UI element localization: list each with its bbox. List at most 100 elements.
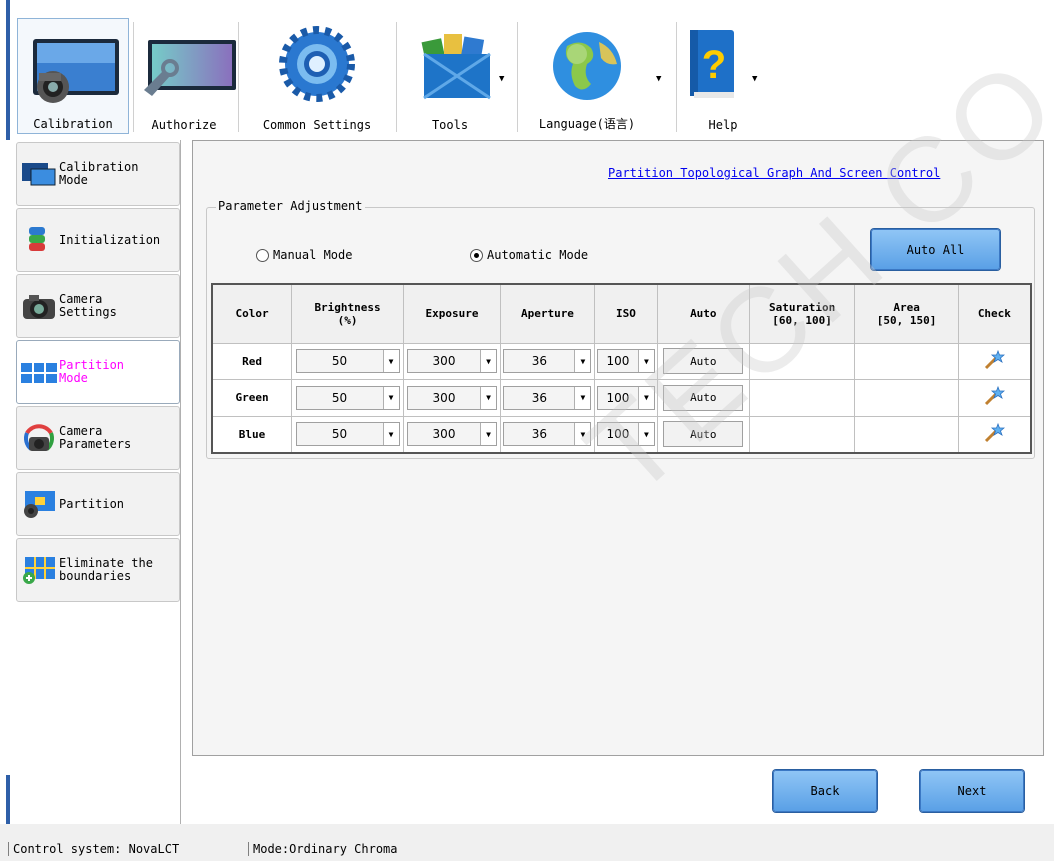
manual-mode-label: Manual Mode — [273, 248, 353, 262]
exposure-select-value: 300 — [432, 354, 456, 369]
dropdown-arrow-icon[interactable]: ▼ — [480, 386, 496, 409]
check-wand-icon[interactable] — [983, 349, 1006, 374]
aperture-select-value: 36 — [531, 427, 548, 442]
cell-brightness: 50 ▼ — [291, 379, 405, 417]
aperture-select[interactable]: 36 ▼ — [503, 349, 592, 374]
cell-brightness: 50 ▼ — [291, 342, 405, 381]
row-auto-button[interactable]: Auto — [663, 348, 744, 375]
nav-camera-parameters-label: Camera Parameters — [59, 424, 132, 451]
dropdown-arrow-icon[interactable]: ▼ — [382, 350, 399, 373]
cell-exposure: 300 ▼ — [403, 415, 501, 454]
automatic-mode-radio[interactable]: Automatic Mode — [470, 248, 588, 262]
nav-partition-mode[interactable]: Partition Mode — [16, 340, 180, 404]
col-iso: ISO — [593, 283, 658, 344]
toolbar-help[interactable]: ? Help ▼ — [682, 18, 786, 134]
dropdown-arrow-icon[interactable]: ▼ — [382, 386, 399, 409]
grid-icon — [21, 357, 57, 387]
dropdown-arrow-icon[interactable]: ▼ — [637, 386, 654, 409]
aperture-select[interactable]: 36 ▼ — [503, 385, 592, 410]
iso-select-value: 100 — [606, 354, 630, 369]
auto-all-button[interactable]: Auto All — [871, 229, 1000, 270]
toolbar-calibration[interactable]: Calibration — [17, 18, 129, 134]
nav-camera-parameters[interactable]: Camera Parameters — [16, 406, 180, 470]
back-button[interactable]: Back — [773, 770, 877, 812]
brightness-select[interactable]: 50 ▼ — [295, 422, 400, 447]
cell-area — [854, 342, 959, 381]
toolbar-tools[interactable]: Tools ▼ — [402, 18, 510, 134]
dropdown-arrow-icon[interactable]: ▼ — [382, 423, 399, 446]
nav-partition[interactable]: Partition — [16, 472, 180, 536]
cell-color: Red — [211, 342, 293, 381]
dropdown-arrow-icon[interactable]: ▼ — [574, 423, 591, 446]
nav-partition-label: Partition — [59, 496, 125, 511]
toolbar-language[interactable]: Language(语言) ▼ — [523, 18, 671, 134]
brightness-select-value: 50 — [331, 427, 348, 442]
dropdown-arrow-icon[interactable]: ▼ — [637, 423, 654, 446]
cell-auto: Auto — [656, 379, 750, 417]
row-auto-button[interactable]: Auto — [663, 384, 744, 411]
database-icon — [21, 225, 57, 255]
iso-select[interactable]: 100 ▼ — [596, 385, 655, 410]
col-brightness: Brightness (%) — [291, 283, 405, 344]
topology-link[interactable]: Partition Topological Graph And Screen C… — [608, 166, 940, 180]
toolbar-help-label: Help — [708, 118, 738, 132]
cell-color: Blue — [211, 415, 293, 454]
nav-calibration-mode[interactable]: Calibration Mode — [16, 142, 180, 206]
aperture-select-value: 36 — [531, 354, 548, 369]
exposure-select-value: 300 — [432, 390, 456, 405]
col-aperture: Aperture — [499, 283, 595, 344]
col-auto: Auto — [656, 283, 750, 344]
svg-text:?: ? — [702, 43, 726, 87]
nav-camera-settings[interactable]: Camera Settings — [16, 274, 180, 338]
iso-select[interactable]: 100 ▼ — [596, 422, 655, 447]
back-label: Back — [810, 784, 840, 798]
main-toolbar: Calibration Authorize Common Settings To… — [0, 0, 1054, 140]
cell-color: Green — [211, 379, 293, 417]
parameter-table: Color Brightness (%) Exposure Aperture I… — [211, 283, 1032, 454]
brightness-select[interactable]: 50 ▼ — [295, 349, 400, 374]
toolbox-icon — [416, 24, 496, 104]
iso-select[interactable]: 100 ▼ — [596, 349, 655, 374]
brightness-select[interactable]: 50 ▼ — [295, 385, 400, 410]
brightness-select-value: 50 — [331, 390, 348, 405]
tools-dropdown-icon[interactable]: ▼ — [499, 74, 504, 84]
exposure-select[interactable]: 300 ▼ — [407, 422, 497, 447]
exposure-select[interactable]: 300 ▼ — [407, 385, 497, 410]
toolbar-authorize[interactable]: Authorize — [138, 18, 236, 134]
check-wand-icon[interactable] — [983, 386, 1006, 410]
row-auto-button[interactable]: Auto — [663, 421, 744, 448]
cell-area — [854, 379, 959, 417]
table-row: Green 50 ▼ 300 ▼ 36 ▼ 100 ▼ Auto — [211, 379, 1032, 417]
help-dropdown-icon[interactable]: ▼ — [752, 74, 757, 84]
language-dropdown-icon[interactable]: ▼ — [656, 74, 661, 84]
manual-mode-radio[interactable]: Manual Mode — [256, 248, 352, 262]
aperture-select-value: 36 — [531, 390, 548, 405]
dropdown-arrow-icon[interactable]: ▼ — [574, 386, 591, 409]
toolbar-language-label: Language(语言) — [538, 117, 636, 131]
cell-aperture: 36 ▼ — [499, 415, 595, 454]
exposure-select[interactable]: 300 ▼ — [407, 349, 497, 374]
col-exposure: Exposure — [403, 283, 501, 344]
toolbar-authorize-label: Authorize — [151, 118, 217, 132]
window-edge — [6, 0, 10, 140]
nav-initialization[interactable]: Initialization — [16, 208, 180, 272]
globe-icon — [547, 24, 627, 104]
cell-aperture: 36 ▼ — [499, 379, 595, 417]
next-button[interactable]: Next — [920, 770, 1024, 812]
cell-exposure: 300 ▼ — [403, 379, 501, 417]
aperture-select[interactable]: 36 ▼ — [503, 422, 592, 447]
cell-brightness: 50 ▼ — [291, 415, 405, 454]
left-navigation: Calibration Mode Initialization Camera S… — [14, 140, 182, 825]
nav-eliminate-boundaries[interactable]: Eliminate the boundaries — [16, 538, 180, 602]
calibration-mode-icon — [21, 159, 57, 189]
dropdown-arrow-icon[interactable]: ▼ — [637, 350, 654, 373]
toolbar-common-settings[interactable]: Common Settings — [244, 18, 390, 134]
dropdown-arrow-icon[interactable]: ▼ — [574, 350, 591, 373]
nav-divider — [180, 140, 181, 825]
dropdown-arrow-icon[interactable]: ▼ — [480, 423, 496, 446]
check-wand-icon[interactable] — [983, 422, 1006, 447]
cell-exposure: 300 ▼ — [403, 342, 501, 381]
screen-tool-icon — [144, 24, 236, 104]
dropdown-arrow-icon[interactable]: ▼ — [480, 350, 496, 373]
table-header-row: Color Brightness (%) Exposure Aperture I… — [211, 283, 1032, 344]
